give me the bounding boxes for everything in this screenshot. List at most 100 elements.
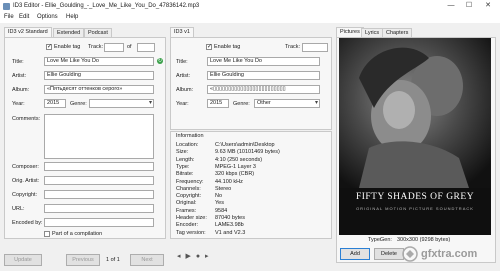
v2-url-input[interactable] — [44, 204, 154, 213]
v2-url-label: URL: — [12, 206, 25, 212]
title-bar: ID3 Editor - Ellie_Goulding_-_Love_Me_Li… — [0, 0, 500, 13]
maximize-button[interactable]: ☐ — [462, 1, 476, 11]
next-button[interactable]: Next — [130, 254, 164, 266]
v2-composer-input[interactable] — [44, 162, 154, 171]
info-value: 4:10 (250 seconds) — [215, 156, 263, 163]
info-key: Length: — [176, 156, 195, 163]
v2-composer-label: Composer: — [12, 164, 39, 170]
previous-button[interactable]: Previous — [66, 254, 100, 266]
v2-title-input[interactable]: Love Me Like You Do — [44, 57, 154, 66]
info-value: C:\Users\admin\Desktop — [215, 142, 275, 148]
play-icon[interactable]: ▶ — [185, 253, 190, 260]
info-value: 9584 — [215, 207, 228, 214]
info-key: Copyright: — [176, 193, 202, 200]
v1-enable-tag-label: Enable tag — [214, 44, 241, 50]
info-value: Yes — [215, 200, 224, 207]
v1-genre-label: Genre: — [233, 101, 250, 107]
info-value: 9.63 MB (10101469 bytes) — [215, 149, 280, 156]
info-value: 320 kbps (CBR) — [215, 171, 255, 178]
menu-edit[interactable]: Edit — [19, 14, 29, 20]
v1-title-label: Title: — [176, 59, 188, 65]
menu-bar: File Edit Options Help — [0, 13, 500, 23]
copy-to-v1-icon[interactable]: ↻ — [157, 58, 163, 64]
v2-copyright-input[interactable] — [44, 190, 154, 199]
info-value: LAME3.98b — [215, 222, 244, 229]
v1-artist-label: Artist: — [176, 73, 191, 79]
page-indicator: 1 of 1 — [106, 257, 120, 263]
v2-track-total-input[interactable] — [137, 43, 155, 52]
app-icon — [3, 3, 10, 10]
v1-artist-input[interactable]: Ellie Goulding — [207, 71, 320, 80]
compilation-checkbox[interactable] — [44, 231, 50, 237]
watermark-logo: gfxtra.com — [402, 244, 498, 264]
watermark-text: gfxtra.com — [421, 248, 478, 260]
cover-subtitle: ORIGINAL MOTION PICTURE SOUNDTRACK — [356, 206, 474, 211]
menu-help[interactable]: Help — [66, 14, 78, 20]
playback-controls: ◂ ▶ ● ▸ — [177, 252, 221, 264]
info-key: Frequency: — [176, 178, 204, 185]
v2-genre-select[interactable] — [89, 99, 154, 108]
information-header: Information — [176, 133, 204, 139]
info-key: Original: — [176, 200, 197, 207]
compilation-label: Part of a compilation — [52, 231, 103, 237]
v2-year-input[interactable]: 2015 — [44, 99, 66, 108]
v1-enable-tag-checkbox[interactable] — [206, 43, 212, 50]
info-value: Stereo — [215, 185, 232, 192]
minimize-button[interactable]: — — [444, 1, 458, 11]
v2-year-label: Year: — [12, 101, 25, 107]
info-key: Location: — [176, 142, 199, 148]
info-key: Size: — [176, 149, 189, 156]
add-picture-button[interactable]: Add — [340, 248, 370, 260]
v2-track-input[interactable] — [104, 43, 124, 52]
v2-track-of-label: of — [127, 44, 132, 50]
v2-artist-input[interactable]: Ellie Goulding — [44, 71, 154, 80]
v2-title-label: Title: — [12, 59, 24, 65]
info-value: 44.100 kHz — [215, 178, 243, 185]
rewind-icon[interactable]: ◂ — [177, 253, 181, 260]
update-button[interactable]: Update — [4, 254, 42, 266]
info-key: Channels: — [176, 185, 201, 192]
cover-title: FIFTY SHADES OF GREY — [355, 192, 475, 202]
info-key: Type: — [176, 163, 190, 170]
v2-artist-label: Artist: — [12, 73, 27, 79]
info-key: Encoder: — [176, 222, 199, 229]
menu-options[interactable]: Options — [37, 14, 58, 20]
v1-album-label: Album: — [176, 87, 194, 93]
close-button[interactable]: ✕ — [481, 1, 495, 11]
v1-year-input[interactable]: 2015 — [207, 99, 229, 108]
info-value: MPEG-1 Layer 3 — [215, 163, 256, 170]
album-cover-image: FIFTY SHADES OF GREY ORIGINAL MOTION PIC… — [339, 38, 491, 235]
v2-encoded-by-label: Encoded by: — [12, 220, 43, 226]
v2-orig-artist-input[interactable] — [44, 176, 154, 185]
v1-title-input[interactable]: Love Me Like You Do — [207, 57, 320, 66]
forward-icon[interactable]: ▸ — [205, 253, 209, 260]
info-key: Bitrate: — [176, 171, 194, 178]
v1-track-label: Track: — [285, 44, 301, 50]
v2-enable-tag-checkbox[interactable] — [46, 43, 52, 50]
stop-icon[interactable]: ● — [196, 253, 200, 260]
info-key: Tag version: — [176, 229, 206, 236]
v2-track-label: Track: — [88, 44, 104, 50]
v2-copyright-label: Copyright: — [12, 192, 38, 198]
info-key: Header size: — [176, 215, 207, 221]
info-value: 87040 bytes — [215, 215, 245, 221]
v1-album-input[interactable]: «▯▯▯▯▯▯▯▯▯▯▯▯▯▯▯▯▯▯▯▯▯▯▯▯ — [207, 85, 320, 94]
v2-album-input[interactable]: «Пятьдесят оттенков серого» — [44, 85, 154, 94]
v2-enable-tag-label: Enable tag — [54, 44, 81, 50]
v2-comments-textarea[interactable] — [44, 114, 154, 159]
watermark-icon — [402, 246, 418, 262]
v2-album-label: Album: — [12, 87, 30, 93]
info-value: No — [215, 193, 223, 200]
v2-comments-label: Comments: — [12, 116, 41, 122]
window-title: ID3 Editor - Ellie_Goulding_-_Love_Me_Li… — [13, 3, 200, 9]
v1-track-input[interactable] — [302, 43, 328, 52]
v2-orig-artist-label: Orig. Artist: — [12, 178, 40, 184]
v2-encoded-by-input[interactable] — [44, 218, 154, 227]
menu-file[interactable]: File — [4, 14, 14, 20]
v1-genre-select[interactable]: Other — [254, 99, 320, 108]
info-key: Frames: — [176, 207, 197, 214]
delete-picture-button[interactable]: Delete — [374, 248, 404, 260]
picture-gen-label: Gen: — [380, 237, 392, 243]
info-value: V1 and V2.3 — [215, 229, 246, 236]
picture-dimensions: 300x300 (9298 bytes) — [397, 237, 451, 243]
